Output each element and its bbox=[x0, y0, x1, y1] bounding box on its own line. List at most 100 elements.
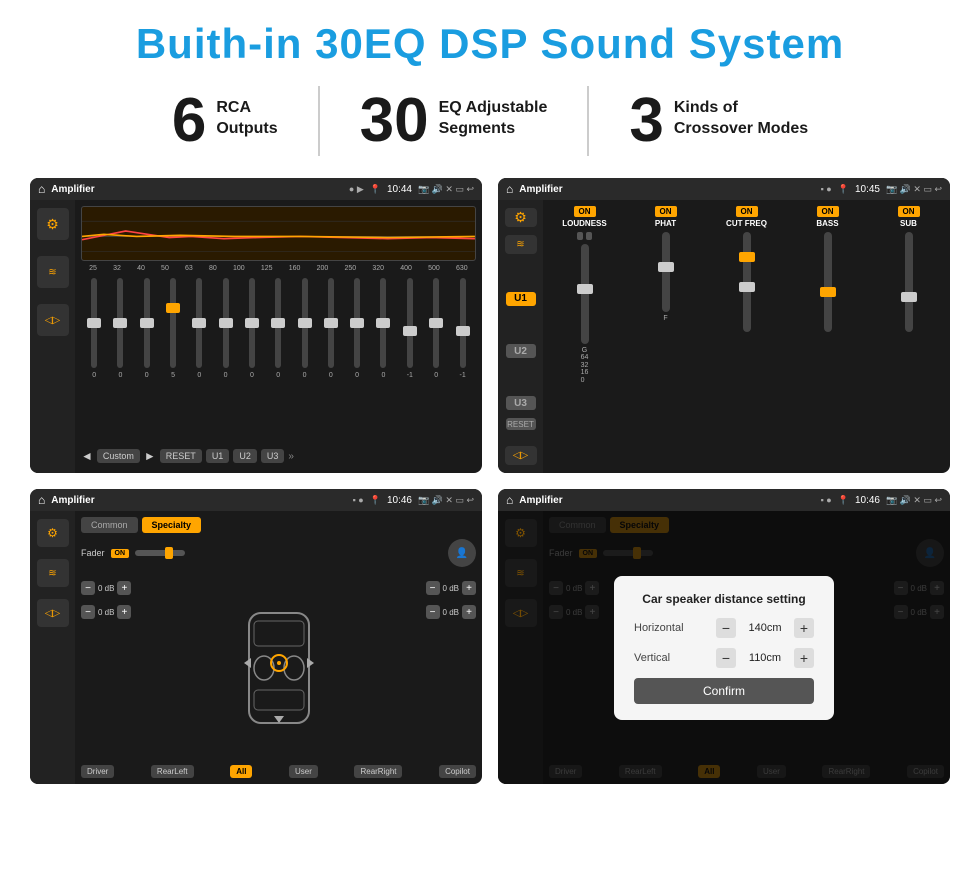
dialog-overlay: Car speaker distance setting Horizontal … bbox=[498, 511, 950, 784]
amp-topbar-title: Amplifier bbox=[519, 184, 814, 195]
sub-slider[interactable] bbox=[905, 232, 913, 332]
home-icon-3[interactable]: ⌂ bbox=[38, 493, 45, 507]
phat-on-badge: ON bbox=[655, 206, 677, 217]
eq-reset-btn[interactable]: RESET bbox=[160, 449, 202, 463]
dialog-topbar-title: Amplifier bbox=[519, 495, 814, 506]
dialog-horizontal-plus[interactable]: + bbox=[794, 618, 814, 638]
eq-next-icon[interactable]: ► bbox=[144, 449, 156, 463]
eq-sidebar: ⚙ ≋ ◁▷ bbox=[30, 200, 75, 473]
amp-vol-btn[interactable]: ◁▷ bbox=[505, 446, 537, 465]
stat-rca: 6 RCA Outputs bbox=[132, 90, 318, 152]
dialog-horizontal-value: 140cm bbox=[740, 622, 790, 634]
eq-slider-2: 0 bbox=[144, 278, 150, 439]
confirm-button[interactable]: Confirm bbox=[634, 678, 814, 704]
amp-main: ON LOUDNESS G 64 32 16 bbox=[543, 200, 950, 473]
page-wrapper: Buith-in 30EQ DSP Sound System 6 RCA Out… bbox=[0, 0, 980, 804]
eq-slider-13: 0 bbox=[433, 278, 439, 439]
stat-rca-line1: RCA bbox=[216, 98, 277, 119]
eq-slider-4: 0 bbox=[196, 278, 202, 439]
amp-reset-btn[interactable]: RESET bbox=[506, 418, 536, 430]
sp-plus-fr[interactable]: + bbox=[462, 581, 476, 595]
dialog-vertical-label: Vertical bbox=[634, 652, 704, 664]
sp-vol-rl: − 0 dB + bbox=[81, 605, 156, 619]
sp-all-btn[interactable]: All bbox=[230, 765, 252, 778]
sp-wave-btn[interactable]: ≋ bbox=[37, 559, 69, 587]
sp-rearleft-btn[interactable]: RearLeft bbox=[151, 765, 194, 778]
sp-minus-rr[interactable]: − bbox=[426, 605, 440, 619]
sp-tab-specialty[interactable]: Specialty bbox=[142, 517, 202, 533]
speaker-topbar-title: Amplifier bbox=[51, 495, 346, 506]
phat-slider[interactable] bbox=[662, 232, 670, 312]
bass-slider[interactable] bbox=[824, 232, 832, 332]
dialog-row-vertical: Vertical − 110cm + bbox=[634, 648, 814, 668]
eq-custom-btn[interactable]: Custom bbox=[97, 449, 140, 463]
sp-rearright-btn[interactable]: RearRight bbox=[354, 765, 402, 778]
home-icon-2[interactable]: ⌂ bbox=[506, 182, 513, 196]
sp-left-vol: − 0 dB + − 0 dB + bbox=[81, 575, 156, 761]
eq-slider-12: -1 bbox=[407, 278, 413, 439]
sp-minus-fl[interactable]: − bbox=[81, 581, 95, 595]
sp-vol-fr: − 0 dB + bbox=[426, 581, 476, 595]
dialog-vertical-value: 110cm bbox=[740, 652, 790, 664]
eq-slider-3: 5 bbox=[170, 278, 176, 439]
sp-driver-btn[interactable]: Driver bbox=[81, 765, 114, 778]
loudness-slider[interactable] bbox=[581, 244, 589, 344]
eq-u2-btn[interactable]: U2 bbox=[233, 449, 257, 463]
amp-topbar-time: 10:45 bbox=[855, 184, 880, 195]
sp-plus-rr[interactable]: + bbox=[462, 605, 476, 619]
main-title: Buith-in 30EQ DSP Sound System bbox=[30, 20, 950, 68]
screen-dialog: ⌂ Amplifier ▪ ● 📍 10:46 📷 🔊 ✕ ▭ ↩ ⚙ ≋ ◁▷… bbox=[498, 489, 950, 784]
loudness-val: G bbox=[582, 347, 587, 354]
stat-eq-line1: EQ Adjustable bbox=[439, 98, 548, 119]
dialog-topbar-time: 10:46 bbox=[855, 495, 880, 506]
location-icon-3: 📍 bbox=[370, 495, 381, 506]
eq-u1-btn[interactable]: U1 bbox=[206, 449, 230, 463]
amp-wave-btn[interactable]: ≋ bbox=[505, 235, 537, 254]
sp-tab-common[interactable]: Common bbox=[81, 517, 138, 533]
sp-tune-btn[interactable]: ⚙ bbox=[37, 519, 69, 547]
eq-slider-9: 0 bbox=[328, 278, 334, 439]
home-icon[interactable]: ⌂ bbox=[38, 182, 45, 196]
phat-val: F bbox=[663, 315, 667, 322]
amp-tune-btn[interactable]: ⚙ bbox=[505, 208, 537, 227]
screen-speaker: ⌂ Amplifier ▪ ● 📍 10:46 📷 🔊 ✕ ▭ ↩ ⚙ ≋ ◁▷… bbox=[30, 489, 482, 784]
eq-u3-btn[interactable]: U3 bbox=[261, 449, 285, 463]
loudness-on-badge: ON bbox=[574, 206, 596, 217]
sp-val-rr: 0 dB bbox=[443, 608, 459, 617]
eq-prev-icon[interactable]: ◄ bbox=[81, 449, 93, 463]
amp-u1-btn[interactable]: U1 bbox=[506, 292, 536, 306]
sp-minus-rl[interactable]: − bbox=[81, 605, 95, 619]
dialog-horizontal-minus[interactable]: − bbox=[716, 618, 736, 638]
eq-more-icon[interactable]: » bbox=[288, 451, 294, 462]
eq-vol-btn[interactable]: ◁▷ bbox=[37, 304, 69, 336]
location-icon-4: 📍 bbox=[838, 495, 849, 506]
dialog-vertical-plus[interactable]: + bbox=[794, 648, 814, 668]
screen-dialog-topbar: ⌂ Amplifier ▪ ● 📍 10:46 📷 🔊 ✕ ▭ ↩ bbox=[498, 489, 950, 511]
amp-u3-btn[interactable]: U3 bbox=[506, 396, 536, 410]
dialog-vertical-minus[interactable]: − bbox=[716, 648, 736, 668]
eq-topbar-time: 10:44 bbox=[387, 184, 412, 195]
eq-slider-8: 0 bbox=[302, 278, 308, 439]
dialog-topbar-icons: ▪ ● bbox=[821, 495, 832, 505]
screen-eq: ⌂ Amplifier ● ▶ 📍 10:44 📷 🔊 ✕ ▭ ↩ ⚙ ≋ ◁▷ bbox=[30, 178, 482, 473]
sp-plus-rl[interactable]: + bbox=[117, 605, 131, 619]
screens-grid: ⌂ Amplifier ● ▶ 📍 10:44 📷 🔊 ✕ ▭ ↩ ⚙ ≋ ◁▷ bbox=[30, 178, 950, 784]
cutfreq-slider[interactable] bbox=[743, 232, 751, 332]
fader-thumb bbox=[165, 547, 173, 559]
sp-user-btn[interactable]: User bbox=[289, 765, 318, 778]
stat-eq: 30 EQ Adjustable Segments bbox=[320, 90, 588, 152]
sp-plus-fl[interactable]: + bbox=[117, 581, 131, 595]
eq-slider-5: 0 bbox=[223, 278, 229, 439]
eq-wave-btn[interactable]: ≋ bbox=[37, 256, 69, 288]
stat-eq-number: 30 bbox=[360, 90, 429, 152]
stat-rca-line2: Outputs bbox=[216, 119, 277, 140]
fader-track[interactable] bbox=[135, 550, 185, 556]
sp-vol-btn[interactable]: ◁▷ bbox=[37, 599, 69, 627]
home-icon-4[interactable]: ⌂ bbox=[506, 493, 513, 507]
sp-copilot-btn[interactable]: Copilot bbox=[439, 765, 476, 778]
amp-u2-btn[interactable]: U2 bbox=[506, 344, 536, 358]
eq-slider-10: 0 bbox=[354, 278, 360, 439]
sp-minus-fr[interactable]: − bbox=[426, 581, 440, 595]
eq-slider-6: 0 bbox=[249, 278, 255, 439]
eq-tune-btn[interactable]: ⚙ bbox=[37, 208, 69, 240]
